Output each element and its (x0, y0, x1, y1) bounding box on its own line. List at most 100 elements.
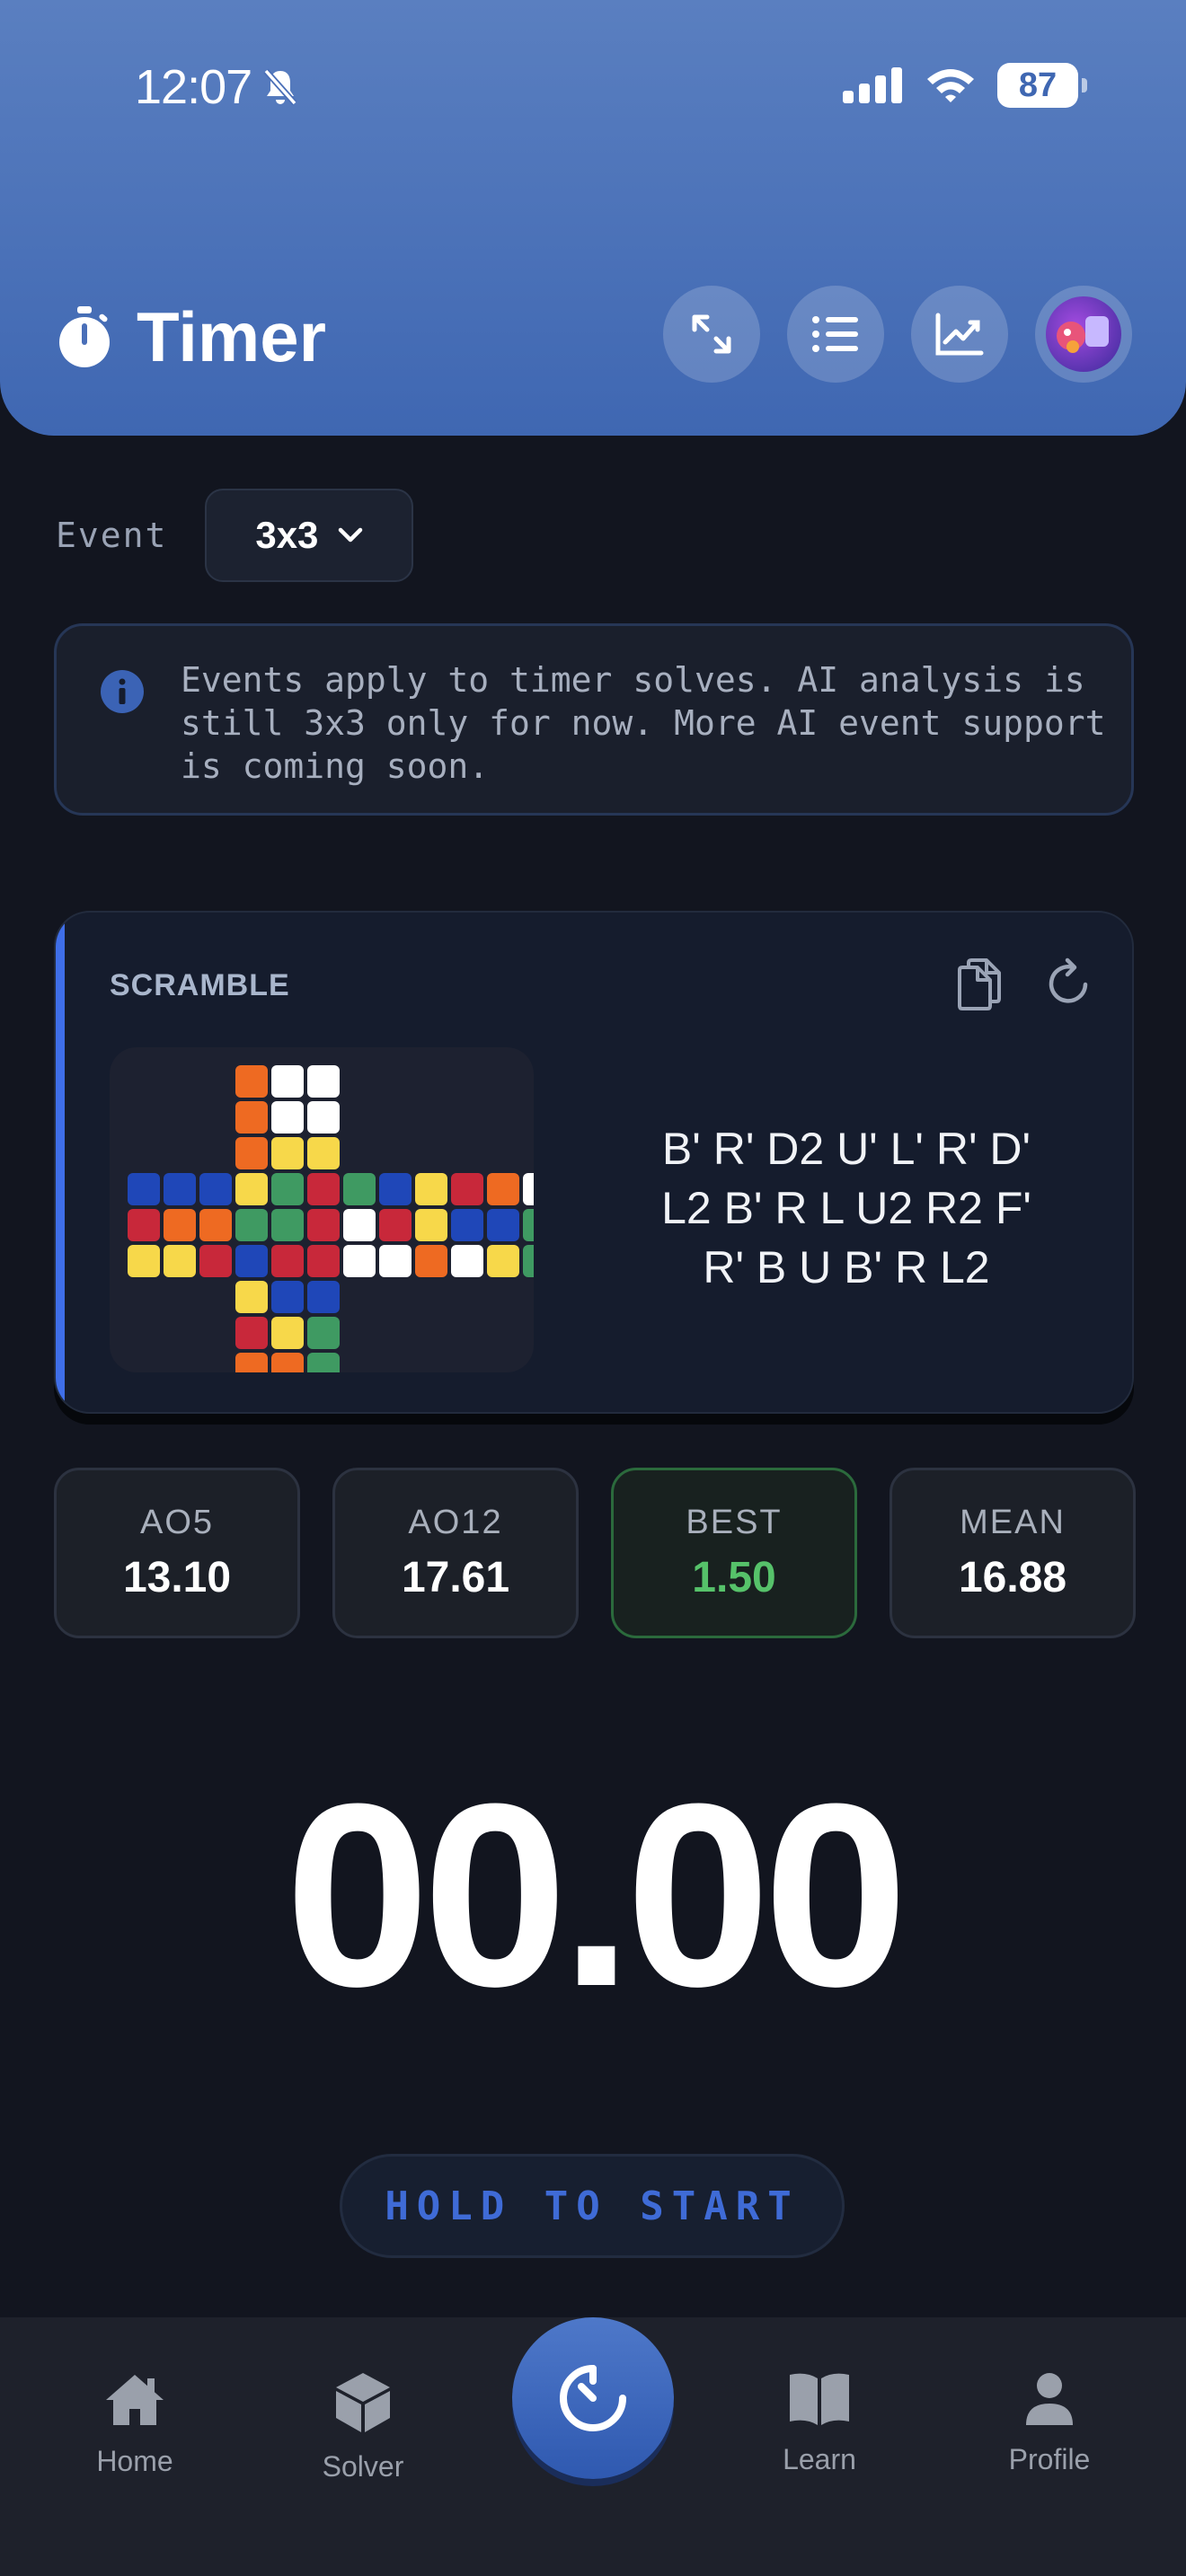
cube-sticker (164, 1245, 196, 1277)
cube-sticker (271, 1101, 304, 1134)
cube-sticker (235, 1137, 268, 1169)
status-indicators: 87 (843, 63, 1087, 108)
event-info-notice: Events apply to timer solves. AI analysi… (54, 623, 1134, 816)
battery-indicator: 87 (997, 63, 1087, 108)
chevron-down-icon (339, 527, 363, 543)
tab-timer[interactable] (512, 2317, 674, 2479)
stat-label: AO5 (139, 1504, 215, 1541)
cube-sticker (235, 1173, 268, 1205)
cube-sticker (235, 1245, 268, 1277)
expand-icon (692, 314, 731, 354)
cube-icon (336, 2373, 390, 2432)
scramble-card: SCRAMBLE B' R' D2 U' L' R' D' L2 B' R L … (54, 911, 1134, 1414)
refresh-icon[interactable] (1046, 957, 1093, 1008)
cube-sticker (487, 1245, 519, 1277)
cube-sticker (523, 1245, 555, 1277)
page-title: Timer (137, 297, 326, 376)
event-select[interactable]: 3x3 (205, 489, 414, 582)
cube-sticker (271, 1245, 304, 1277)
stat-ao5[interactable]: AO5 13.10 (54, 1468, 300, 1638)
cube-sticker (271, 1317, 304, 1349)
cube-sticker (343, 1173, 376, 1205)
cube-net-diagram (128, 1065, 555, 1385)
cube-sticker (523, 1173, 555, 1205)
stat-best[interactable]: BEST 1.50 (611, 1468, 857, 1638)
cube-sticker (128, 1245, 160, 1277)
stat-value: 17.61 (401, 1554, 510, 1601)
scramble-line: R' B U B' R L2 (703, 1242, 990, 1292)
timer-icon (560, 2365, 626, 2431)
event-selected-value: 3x3 (255, 514, 319, 556)
tab-label: Solver (322, 2450, 404, 2483)
header: 12:07 87 Timer (0, 0, 1186, 436)
cube-sticker (307, 1317, 340, 1349)
stat-mean[interactable]: MEAN 16.88 (890, 1468, 1136, 1638)
tab-learn[interactable]: Learn (730, 2371, 909, 2476)
cube-sticker (307, 1101, 340, 1134)
statistics-button[interactable] (911, 286, 1008, 383)
cube-sticker (487, 1173, 519, 1205)
stat-label: AO12 (408, 1504, 503, 1541)
status-time-text: 12:07 (135, 60, 252, 114)
cube-sticker (271, 1173, 304, 1205)
cube-sticker (271, 1281, 304, 1313)
tab-solver[interactable]: Solver (273, 2371, 453, 2483)
cube-sticker (307, 1173, 340, 1205)
scramble-sequence: B' R' D2 U' L' R' D' L2 B' R L U2 R2 F' … (595, 1119, 1098, 1297)
cube-sticker (379, 1245, 412, 1277)
cube-sticker (307, 1209, 340, 1241)
cube-sticker (199, 1173, 232, 1205)
scramble-actions (956, 957, 1093, 1011)
solve-list-button[interactable] (787, 286, 884, 383)
scramble-label: SCRAMBLE (110, 968, 290, 1002)
book-icon (790, 2373, 849, 2425)
wifi-icon (927, 69, 974, 102)
home-icon (106, 2375, 164, 2425)
stats-row: AO5 13.10 AO12 17.61 BEST 1.50 MEAN 16.8… (54, 1468, 1136, 1638)
chart-line-icon (935, 313, 984, 356)
stat-label: BEST (686, 1504, 783, 1541)
cube-sticker (343, 1209, 376, 1241)
cube-sticker (379, 1209, 412, 1241)
stat-value: 1.50 (692, 1554, 776, 1601)
avatar (1046, 296, 1121, 372)
stat-value: 16.88 (958, 1554, 1067, 1601)
tab-home[interactable]: Home (45, 2371, 225, 2478)
profile-avatar-button[interactable] (1035, 286, 1132, 383)
cube-sticker (235, 1209, 268, 1241)
copy-icon[interactable] (956, 957, 1003, 1011)
timer-display[interactable]: 00.00 (0, 1760, 1186, 2030)
info-icon (101, 670, 144, 713)
info-text: Events apply to timer solves. AI analysi… (181, 660, 1106, 786)
bell-muted-icon (263, 68, 297, 106)
stat-label: MEAN (960, 1504, 1066, 1541)
cube-sticker (271, 1353, 304, 1385)
cube-sticker (235, 1101, 268, 1134)
tab-label: Home (96, 2445, 173, 2477)
tab-profile[interactable]: Profile (960, 2371, 1139, 2476)
stopwatch-icon (59, 305, 110, 367)
header-actions (663, 286, 1132, 383)
signal-icon (843, 67, 902, 103)
cube-sticker (451, 1209, 483, 1241)
cube-sticker (343, 1245, 376, 1277)
cube-sticker (271, 1209, 304, 1241)
tab-label: Profile (1008, 2443, 1091, 2475)
fullscreen-button[interactable] (663, 286, 760, 383)
cube-sticker (487, 1209, 519, 1241)
stat-value: 13.10 (122, 1554, 232, 1601)
cube-sticker (307, 1353, 340, 1385)
scramble-line: B' R' D2 U' L' R' D' (661, 1124, 1031, 1174)
list-icon (812, 316, 858, 352)
hold-to-start-button[interactable]: HOLD TO START (340, 2154, 845, 2258)
cube-sticker (415, 1245, 447, 1277)
cube-sticker (128, 1209, 160, 1241)
cube-sticker (128, 1173, 160, 1205)
cube-sticker (523, 1209, 555, 1241)
cube-net-preview (110, 1047, 555, 1385)
cube-sticker (271, 1065, 304, 1098)
scramble-accent-bar (56, 913, 65, 1412)
status-bar-time: 12:07 (135, 59, 298, 115)
stat-ao12[interactable]: AO12 17.61 (332, 1468, 579, 1638)
cube-sticker (451, 1173, 483, 1205)
